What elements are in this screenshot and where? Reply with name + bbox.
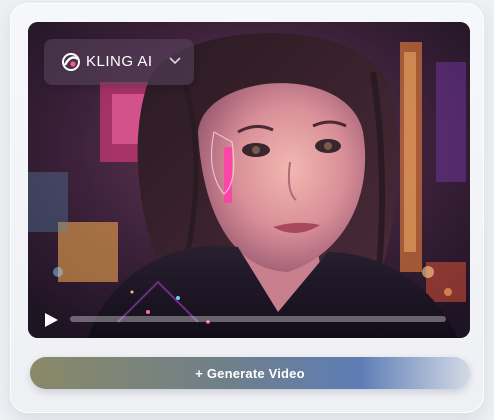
generate-video-label: + Generate Video [195,365,305,381]
kling-logo-icon [62,53,80,71]
video-progress-bar[interactable] [70,316,446,322]
generate-video-button[interactable]: + Generate Video [30,357,470,389]
brand-model-selector[interactable]: KLING AI [44,39,194,85]
play-icon[interactable] [42,311,60,329]
brand-name: KLING AI [86,53,153,70]
chevron-down-icon[interactable] [168,56,182,66]
video-player[interactable]: KLING AI [28,22,470,338]
